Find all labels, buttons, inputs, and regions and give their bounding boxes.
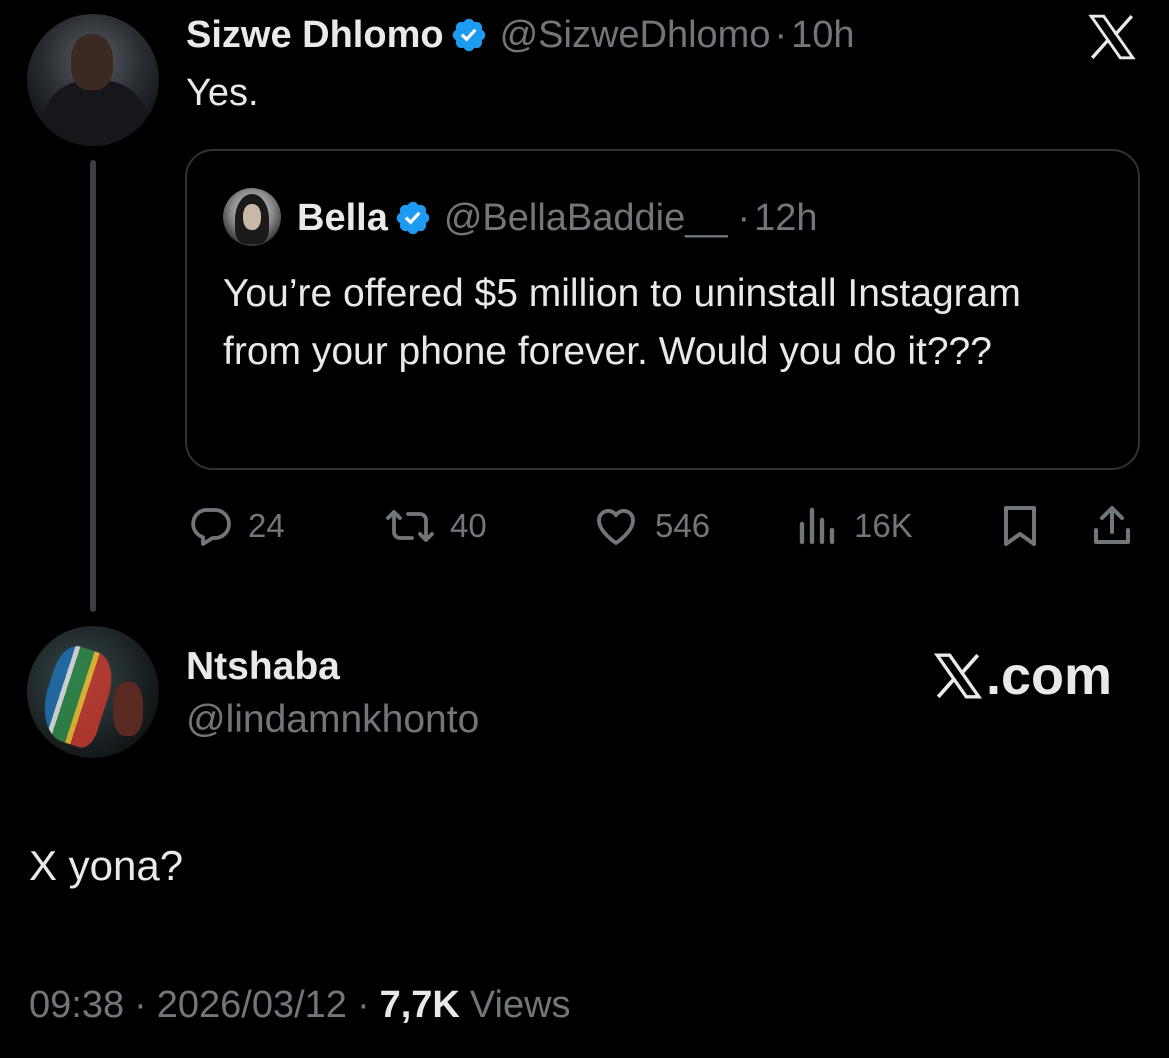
views-icon xyxy=(799,507,835,545)
tweet-action-bar: 24 40 546 16K xyxy=(186,496,1146,556)
reply-timestamp[interactable]: 09:38 xyxy=(29,984,124,1027)
reply-views-count: 7,7K xyxy=(379,983,460,1026)
quoted-tweet-text: You’re offered $5 million to uninstall I… xyxy=(223,272,1021,373)
like-count: 546 xyxy=(655,507,711,544)
like-button[interactable]: 546 xyxy=(591,496,710,556)
quoted-time: 12h xyxy=(754,196,818,239)
parent-time[interactable]: 10h xyxy=(791,14,854,57)
repost-button[interactable]: 40 xyxy=(384,496,487,556)
reply-icon xyxy=(191,508,231,546)
reply-author-handle[interactable]: @lindamnkhonto xyxy=(186,698,479,742)
reply-views-label: Views xyxy=(469,983,571,1026)
meta-separator: · xyxy=(134,983,147,1026)
verified-badge-icon xyxy=(396,201,430,235)
reply-count: 24 xyxy=(248,507,285,544)
repost-icon xyxy=(386,510,434,542)
parent-tweet-header: Sizwe Dhlomo @SizweDhlomo · 10h xyxy=(186,10,855,60)
bookmark-button[interactable] xyxy=(998,496,1042,556)
meta-separator: · xyxy=(356,983,370,1026)
parent-separator: · xyxy=(774,13,788,56)
views-button[interactable]: 16K xyxy=(796,496,913,556)
parent-author-handle[interactable]: @SizweDhlomo xyxy=(500,14,771,57)
reply-date[interactable]: 2026/03/12 xyxy=(157,984,347,1027)
reply-meta: 09:38 · 2026/03/12 · 7,7K Views xyxy=(29,980,571,1030)
x-logo-icon xyxy=(1088,14,1136,60)
views-count: 16K xyxy=(854,507,913,544)
reply-button[interactable]: 24 xyxy=(186,496,285,556)
bookmark-icon xyxy=(1004,506,1036,546)
xcom-brand: .com xyxy=(932,646,1113,706)
share-icon xyxy=(1094,506,1130,544)
quoted-separator: · xyxy=(737,196,751,239)
parent-author-name[interactable]: Sizwe Dhlomo xyxy=(186,14,444,57)
quoted-author-handle: @BellaBaddie__ xyxy=(443,196,728,239)
avatar-bella xyxy=(223,188,281,246)
reply-tweet-text: X yona? xyxy=(29,842,184,889)
avatar-sizwe-dhlomo[interactable] xyxy=(27,14,159,146)
reply-author-name[interactable]: Ntshaba xyxy=(186,645,340,689)
like-icon xyxy=(597,508,635,545)
quoted-author-name: Bella xyxy=(297,196,388,239)
repost-count: 40 xyxy=(450,507,487,544)
share-button[interactable] xyxy=(1088,496,1136,556)
xcom-brand-text: .com xyxy=(986,646,1113,706)
x-logo-icon xyxy=(933,653,983,699)
quoted-tweet-header: Bella @BellaBaddie__ · 12h xyxy=(297,192,818,244)
avatar-ntshaba[interactable] xyxy=(27,626,159,758)
verified-badge-icon xyxy=(452,18,485,52)
thread-connector-line xyxy=(90,160,96,612)
parent-tweet-text: Yes. xyxy=(186,72,259,114)
